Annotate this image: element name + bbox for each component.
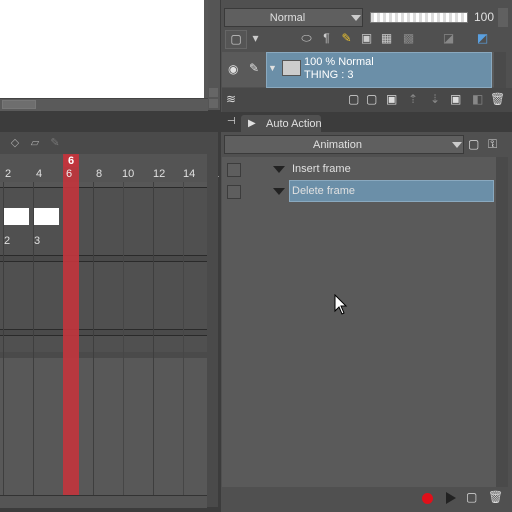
layer-panel-toolbar: ≋ ▢ ▢ ▣ ⇡ ⇣ ▣ ◧ 🗑 [222, 88, 512, 112]
new-cel-icon[interactable]: ▱ [28, 136, 42, 150]
canvas-horizontal-scrollbar[interactable] [0, 98, 208, 111]
set-settings-icon[interactable]: ⚿ [488, 137, 497, 152]
apply-mask-icon[interactable]: ◧ [472, 92, 483, 106]
current-frame-label: 6 [64, 155, 78, 167]
new-folder-icon[interactable]: ▣ [386, 92, 397, 106]
auto-action-icon: ▶ [248, 118, 256, 129]
clip-icon[interactable]: ▩ [400, 30, 417, 47]
new-raster-layer-icon[interactable]: ▢ [348, 92, 359, 106]
delete-layer-icon[interactable]: 🗑 [490, 92, 505, 106]
action-item[interactable]: Insert frame [292, 163, 351, 175]
merge-down-icon[interactable]: ⇣ [430, 92, 440, 106]
ruler-label: 12 [153, 168, 166, 180]
new-vector-layer-icon[interactable]: ▢ [366, 92, 377, 106]
ruler-label: 2 [5, 168, 12, 180]
canvas[interactable] [0, 0, 204, 98]
record-icon[interactable] [422, 493, 433, 504]
action-list-scrollbar[interactable] [496, 157, 508, 487]
palette-color-icon[interactable]: ◩ [474, 30, 491, 47]
pen-icon[interactable]: ✎ [249, 61, 259, 75]
blend-mode-select[interactable]: Normal [224, 8, 363, 27]
pencil-icon[interactable]: ✎ [48, 136, 62, 150]
cel-frame[interactable] [4, 208, 29, 225]
cel-frame[interactable] [34, 208, 59, 225]
tab-label: Auto Action [266, 118, 322, 130]
action-set-value: Animation [313, 139, 362, 151]
ruler-label: 14 [183, 168, 196, 180]
chevron-down-icon[interactable]: ▾ [247, 30, 264, 47]
action-enable-checkbox[interactable] [227, 185, 241, 199]
opacity-slider[interactable] [370, 12, 468, 23]
new-action-icon[interactable]: ▢ [466, 490, 477, 504]
action-enable-checkbox[interactable] [227, 163, 241, 177]
chevron-down-icon[interactable]: ▼ [268, 63, 277, 73]
cel-label: 3 [34, 235, 41, 247]
mask-enable-icon[interactable]: ◪ [440, 30, 457, 47]
action-set-select[interactable]: Animation [224, 135, 464, 154]
ruler-label: 10 [122, 168, 135, 180]
layer-color-icon[interactable]: ▢ [225, 30, 247, 49]
scroll-up-arrow-icon[interactable] [209, 88, 218, 97]
blend-mode-value: Normal [269, 12, 306, 24]
scrollbar-thumb[interactable] [2, 100, 36, 109]
cel-label: 2 [4, 235, 11, 247]
opacity-value: 100 [474, 10, 495, 24]
ruler-label: 4 [36, 168, 43, 180]
opacity-stepper[interactable] [498, 8, 508, 27]
mask-create-icon[interactable]: ▣ [450, 92, 461, 106]
playhead[interactable] [63, 154, 79, 495]
layer-name: THING : 3 [304, 69, 354, 81]
action-item[interactable]: Delete frame [292, 185, 355, 197]
chevron-down-icon [452, 142, 462, 148]
lock-transparent-icon[interactable]: ▦ [378, 30, 395, 47]
eye-icon[interactable]: ◉ [228, 62, 238, 76]
ruler-label: 8 [96, 168, 103, 180]
layer-opacity-mode: 100 % Normal [304, 56, 374, 68]
layer-scrollbar[interactable] [494, 52, 506, 88]
draft-icon[interactable]: ✎ [338, 30, 355, 47]
action-list[interactable] [222, 157, 496, 487]
folder-icon [282, 60, 301, 76]
keyframe-icon[interactable]: ◇ [8, 136, 22, 150]
new-set-icon[interactable]: ▢ [468, 137, 479, 151]
delete-icon[interactable]: 🗑 [488, 490, 503, 504]
timeline-toolbar: ◇ ▱ ✎ [0, 132, 218, 155]
expand-triangle-icon[interactable] [273, 166, 285, 173]
mouse-cursor-icon [334, 294, 348, 315]
reference-icon[interactable]: ¶ [318, 30, 335, 47]
transfer-up-icon[interactable]: ⇡ [408, 92, 418, 106]
panel-divider [0, 112, 220, 132]
chevron-down-icon [351, 15, 361, 21]
timeline-vertical-scrollbar[interactable] [207, 154, 218, 507]
panel-menu-icon[interactable]: ⊣ [227, 116, 236, 127]
timeline-frame-grid[interactable] [0, 182, 207, 495]
expand-triangle-icon[interactable] [273, 188, 285, 195]
play-icon[interactable] [446, 492, 456, 504]
layer-stack-icon[interactable]: ≋ [226, 92, 236, 106]
timeline-horizontal-scrollbar[interactable] [0, 495, 207, 508]
scroll-down-arrow-icon[interactable] [209, 99, 218, 108]
mask-icon[interactable]: ⬭ [298, 30, 315, 47]
lock-icon[interactable]: ▣ [358, 30, 375, 47]
ruler-label: 6 [66, 168, 73, 180]
